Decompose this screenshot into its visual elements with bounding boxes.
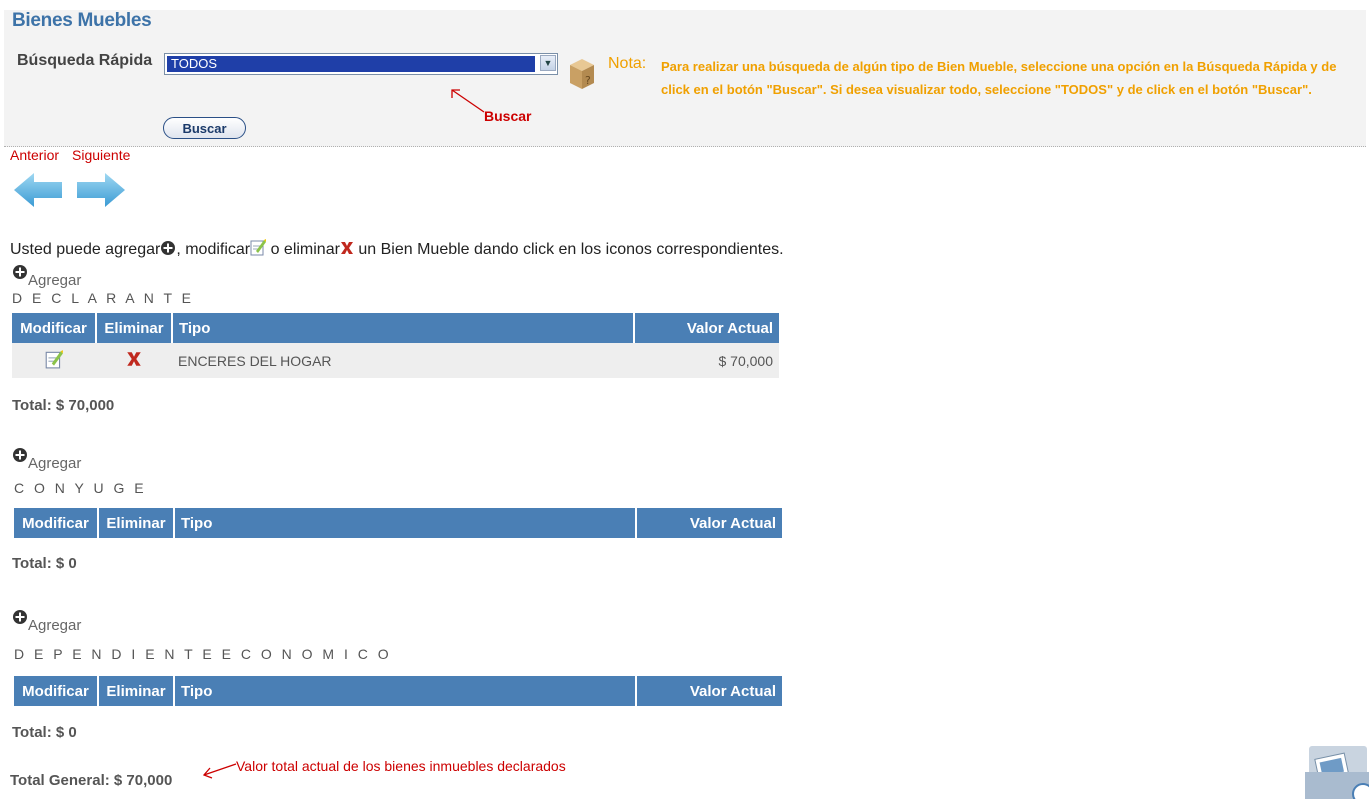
section-label-declarante: D E C L A R A N T E	[12, 290, 195, 306]
col-valor: Valor Actual	[634, 313, 779, 343]
delete-icon	[340, 242, 353, 254]
table-conyuge: Modificar Eliminar Tipo Valor Actual	[14, 508, 782, 538]
add-link-dependiente[interactable]: Agregar	[12, 609, 81, 634]
note-text: Para realizar una búsqueda de algún tipo…	[661, 59, 1337, 97]
add-icon	[13, 265, 27, 279]
general-annotation: Valor total actual de los bienes inmuebl…	[236, 758, 566, 774]
general-total: Total General: $ 70,000	[10, 772, 173, 789]
type-select[interactable]: TODOS ▼	[164, 53, 558, 75]
folder-icon[interactable]	[1303, 742, 1369, 799]
add-link-declarante[interactable]: Agregar	[12, 264, 81, 289]
annotation-arrow-icon	[202, 763, 237, 779]
add-label: Agregar	[28, 455, 82, 472]
col-valor: Valor Actual	[636, 508, 782, 538]
add-icon	[13, 610, 27, 624]
delete-cell	[96, 343, 172, 378]
next-label[interactable]: Siguiente	[72, 147, 130, 163]
note-label: Nota:	[608, 55, 647, 72]
col-modificar: Modificar	[12, 313, 97, 343]
table-header-row: Modificar Eliminar Tipo Valor Actual	[14, 676, 782, 706]
col-eliminar: Eliminar	[98, 676, 175, 706]
tipo-cell: ENCERES DEL HOGAR	[172, 343, 634, 378]
table-header-row: Modificar Eliminar Tipo Valor Actual	[14, 508, 782, 538]
add-icon	[13, 448, 27, 462]
table-row: ENCERES DEL HOGAR $ 70,000	[12, 343, 779, 378]
edit-icon[interactable]	[45, 349, 63, 369]
search-label: Búsqueda Rápida	[17, 52, 153, 69]
intro-part1: Usted puede agregar	[10, 241, 161, 258]
section-label-dependiente: D E P E N D I E N T E E C O N O M I C O	[14, 646, 392, 662]
section-label-conyuge: C O N Y U G E	[14, 480, 147, 496]
add-label: Agregar	[28, 272, 82, 289]
col-eliminar: Eliminar	[96, 313, 173, 343]
search-button[interactable]: Buscar	[163, 117, 246, 139]
col-eliminar: Eliminar	[98, 508, 175, 538]
edit-icon	[250, 239, 267, 256]
col-valor: Valor Actual	[636, 676, 782, 706]
valor-cell: $ 70,000	[634, 343, 779, 378]
arrow-right-icon[interactable]	[75, 170, 127, 210]
table-dependiente: Modificar Eliminar Tipo Valor Actual	[14, 676, 782, 706]
delete-icon[interactable]	[126, 350, 142, 368]
col-tipo: Tipo	[174, 508, 637, 538]
col-tipo: Tipo	[172, 313, 635, 343]
col-tipo: Tipo	[174, 676, 637, 706]
table-declarante: Modificar Eliminar Tipo Valor Actual ENC…	[12, 313, 779, 378]
svg-text:?: ?	[585, 74, 591, 87]
intro-part3: o eliminar	[266, 241, 340, 258]
total-declarante: Total: $ 70,000	[12, 397, 115, 414]
annotation-arrow-icon	[451, 89, 485, 113]
add-label: Agregar	[28, 617, 82, 634]
total-dependiente: Total: $ 0	[12, 724, 77, 741]
help-box-icon: ?	[570, 59, 594, 89]
intro-text: Usted puede agregar , modificar o elimina…	[10, 238, 784, 259]
arrow-left-icon[interactable]	[12, 170, 64, 210]
add-link-conyuge[interactable]: Agregar	[12, 447, 81, 472]
select-value: TODOS	[167, 56, 535, 72]
modify-cell	[12, 343, 96, 378]
page-title: Bienes Muebles	[12, 10, 152, 31]
prev-label[interactable]: Anterior	[10, 147, 59, 163]
col-modificar: Modificar	[14, 508, 99, 538]
add-icon	[161, 241, 176, 255]
chevron-down-icon[interactable]: ▼	[540, 55, 556, 71]
intro-part2: , modificar	[176, 241, 251, 258]
col-modificar: Modificar	[14, 676, 99, 706]
table-header-row: Modificar Eliminar Tipo Valor Actual	[12, 313, 779, 343]
intro-part4: un Bien Mueble dando click en los iconos…	[353, 241, 784, 258]
total-conyuge: Total: $ 0	[12, 555, 77, 572]
search-annotation: Buscar	[484, 108, 532, 124]
